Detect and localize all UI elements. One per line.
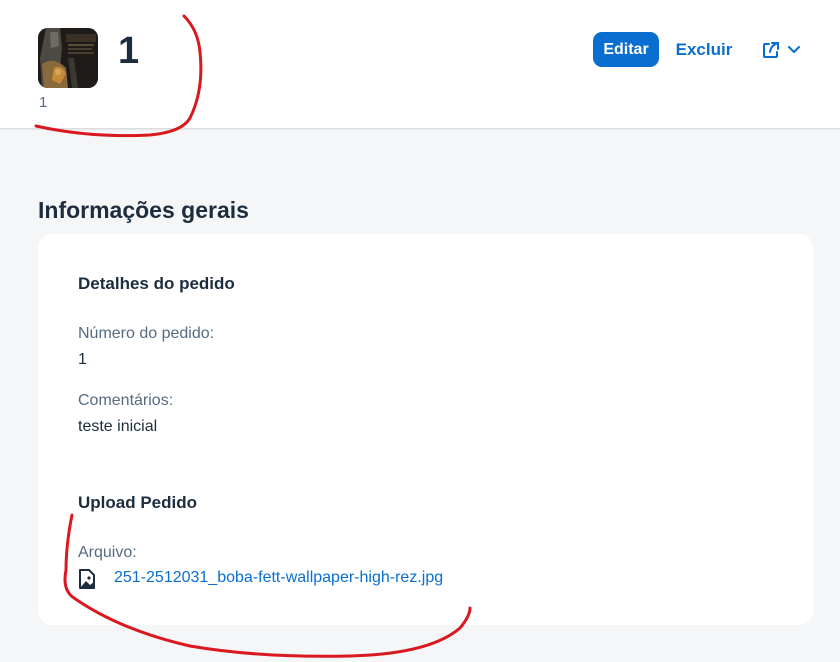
- section-title: Informações gerais: [38, 197, 249, 223]
- delete-button[interactable]: Excluir: [670, 33, 738, 66]
- share-menu-button[interactable]: [752, 33, 810, 66]
- edit-button[interactable]: Editar: [594, 33, 658, 66]
- file-download-link[interactable]: 251-2512031_boba-fett-wallpaper-high-rez…: [114, 568, 443, 588]
- comments-value: teste inicial: [78, 418, 158, 435]
- comments-label: Comentários:: [78, 392, 174, 409]
- boba-fett-thumbnail-image: [38, 28, 98, 88]
- object-page-header: 1 1 Editar Excluir: [0, 0, 840, 128]
- page-title: 1: [118, 30, 140, 72]
- order-number-label: Número do pedido:: [78, 325, 215, 342]
- image-file-icon: [79, 569, 95, 589]
- file-label: Arquivo:: [78, 544, 137, 561]
- order-number-value: 1: [78, 351, 87, 368]
- chevron-down-icon: [788, 45, 800, 53]
- upload-group-title: Upload Pedido: [78, 493, 197, 512]
- order-details-group-title: Detalhes do pedido: [78, 274, 235, 293]
- share-icon: [763, 41, 779, 58]
- avatar: [38, 28, 98, 88]
- page-subtitle: 1: [39, 94, 48, 111]
